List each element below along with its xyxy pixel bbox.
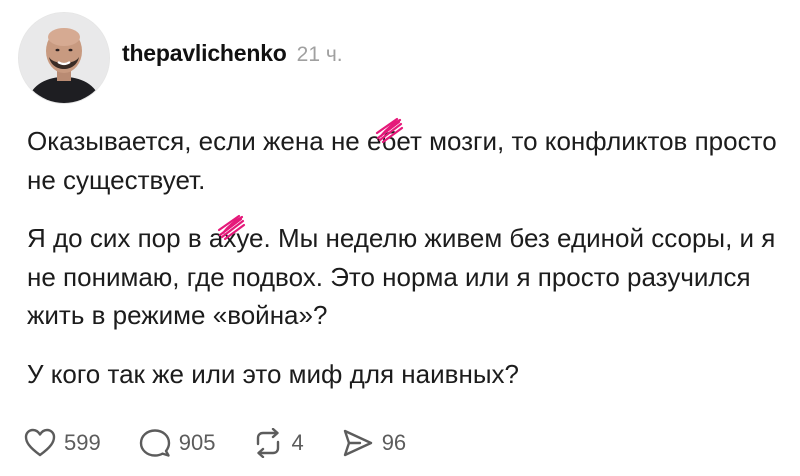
paragraph-1-text-before: Оказывается, если жена не е	[27, 126, 382, 156]
send-icon	[343, 429, 372, 457]
repost-button[interactable]: 4	[253, 428, 304, 458]
action-bar: 599 905 4 96	[24, 428, 444, 458]
censor-scribble-icon	[218, 214, 246, 241]
repost-icon	[257, 428, 280, 458]
paragraph-1: Оказывается, если жена не еб ет мозги, то…	[27, 117, 787, 199]
censored-letter: б	[376, 117, 404, 156]
avatar[interactable]	[18, 12, 110, 104]
username[interactable]: thepavlichenko	[122, 40, 287, 67]
repost-count: 4	[291, 430, 304, 455]
comment-count: 905	[178, 430, 216, 455]
heart-icon	[24, 428, 56, 457]
post-header: thepavlichenko 21 ч.	[122, 40, 343, 76]
comment-button[interactable]: 905	[139, 428, 216, 458]
profile-photo	[19, 13, 109, 103]
censor-scribble-icon	[376, 117, 404, 144]
post-time: 21 ч.	[296, 43, 343, 66]
paragraph-2: Я до сих пор в ах уе. Мы неделю живем без…	[27, 214, 787, 335]
comment-bubble-icon	[139, 429, 170, 457]
like-count: 599	[64, 430, 101, 455]
share-count: 96	[381, 430, 407, 455]
paragraph-3: У кого так же или это миф для наивных?	[27, 358, 519, 389]
paragraph-2-text-before: Я до сих пор в а	[27, 223, 224, 253]
post-body: Оказывается, если жена не еб ет мозги, то…	[27, 117, 787, 393]
share-button[interactable]: 96	[342, 428, 406, 458]
like-button[interactable]: 599	[24, 428, 101, 458]
censored-letter: х	[218, 214, 246, 253]
